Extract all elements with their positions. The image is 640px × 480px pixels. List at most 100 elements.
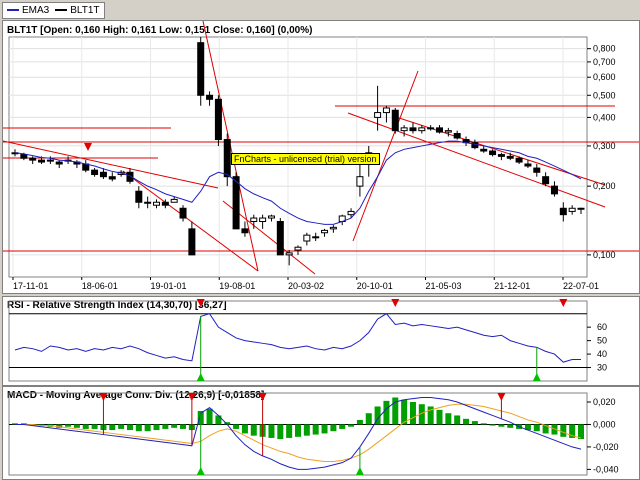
macd-histogram-bar <box>277 424 284 440</box>
macd-histogram-bar <box>295 424 301 437</box>
macd-histogram-bar <box>445 413 452 425</box>
macd-histogram-bar <box>321 424 328 434</box>
macd-histogram-bar <box>348 424 355 427</box>
sell-arrow <box>99 393 108 401</box>
candle-body <box>453 133 461 139</box>
price-ytick-label: 0,400 <box>593 112 616 122</box>
price-xtick-label: 17-11-01 <box>13 281 48 291</box>
sell-arrow <box>258 393 267 401</box>
candle-body <box>480 148 488 152</box>
price-ytick-label: 0,300 <box>593 141 616 151</box>
macd-histogram-bar <box>268 424 275 438</box>
macd-ytick-label: -0,020 <box>593 442 619 452</box>
macd-histogram-bar <box>206 408 213 425</box>
down-arrow-marker <box>84 143 92 151</box>
macd-histogram-bar <box>303 424 310 436</box>
series-legend: EMA3 BLT1T <box>2 2 105 19</box>
macd-chart[interactable]: 0,020 0,000 -0,020 -0,040 <box>3 387 639 479</box>
price-xtick-label: 18-06-01 <box>82 281 118 291</box>
candle-body <box>241 228 249 234</box>
rsi-plot-frame <box>8 300 588 382</box>
candle-body <box>559 207 567 216</box>
macd-histogram-bar <box>286 424 293 438</box>
macd-histogram-bar <box>126 424 133 431</box>
candle-body <box>382 107 390 114</box>
macd-histogram-bar <box>383 400 390 425</box>
legend-item-ema3[interactable]: EMA3 <box>7 5 49 16</box>
macd-histogram-bar <box>365 413 372 425</box>
candle-body <box>312 236 320 239</box>
macd-histogram-bar <box>560 424 567 437</box>
macd-histogram-bar <box>73 424 80 428</box>
macd-histogram-bar <box>180 424 187 429</box>
candle-body <box>497 154 505 157</box>
candle-body <box>188 228 196 256</box>
price-ytick-label: 0,800 <box>593 44 616 54</box>
rsi-line <box>14 313 581 363</box>
candle-body <box>99 171 107 178</box>
candle-body <box>524 163 532 167</box>
candle-body <box>232 176 240 230</box>
rsi-panel[interactable]: RSI - Relative Strength Index (14,30,70)… <box>2 296 640 386</box>
candle-body <box>321 229 329 234</box>
macd-histogram-bar <box>215 415 222 425</box>
candle-body <box>533 167 541 173</box>
macd-histogram-bar <box>498 424 505 427</box>
macd-histogram-bar <box>65 424 72 427</box>
candle-body <box>20 154 28 159</box>
macd-histogram-bar <box>480 423 487 425</box>
candle-body <box>356 176 364 187</box>
candle-body <box>515 157 523 163</box>
sell-arrow <box>497 393 506 401</box>
macd-panel[interactable]: MACD - Moving Average Conv. Div. (12,26,… <box>2 386 640 480</box>
price-xtick-label: 21-12-01 <box>494 281 530 291</box>
macd-histogram-bar <box>241 424 248 434</box>
rsi-ytick-label: 40 <box>597 349 607 359</box>
candle-body <box>46 159 54 162</box>
price-panel[interactable]: BLT1T [Open: 0,160 High: 0,161 Low: 0,15… <box>2 20 640 294</box>
candle-body <box>259 217 267 223</box>
unlicensed-watermark: FnCharts - unlicensed (trial) version <box>231 153 380 165</box>
macd-ytick-label: -0,040 <box>593 464 619 474</box>
rsi-ytick-label: 60 <box>597 322 607 332</box>
candle-body <box>506 155 514 159</box>
candle-body <box>29 157 37 161</box>
candle-body <box>170 198 178 203</box>
buy-arrow <box>355 467 364 475</box>
macd-histogram-bar <box>463 418 470 425</box>
candle-body <box>418 127 426 132</box>
buy-arrow <box>196 467 205 475</box>
price-xtick-label: 21-05-03 <box>426 281 462 291</box>
candle-body <box>55 161 63 165</box>
sell-arrow <box>196 299 205 307</box>
trendline <box>3 140 219 189</box>
candle-body <box>285 252 293 256</box>
candle-body <box>250 217 258 223</box>
macd-histogram-bar <box>436 409 443 425</box>
candle-body <box>303 234 311 242</box>
sell-arrow <box>391 299 400 307</box>
macd-histogram-bar <box>454 415 461 425</box>
candle-body <box>38 159 46 163</box>
price-ytick-label: 0,600 <box>593 72 616 82</box>
macd-histogram-bar <box>250 424 257 436</box>
candle-body <box>542 176 550 185</box>
buy-arrow <box>196 373 205 381</box>
price-ytick-label: 0,100 <box>593 250 616 260</box>
candle-body <box>223 139 231 178</box>
macd-histogram-bar <box>507 424 514 428</box>
macd-histogram-bar <box>118 424 125 429</box>
candle-body <box>197 42 205 96</box>
candle-body <box>214 98 222 141</box>
rsi-chart[interactable]: 60 50 40 30 <box>3 297 639 385</box>
macd-histogram-bar <box>153 424 160 431</box>
candle-body <box>374 112 382 118</box>
candle-body <box>267 215 275 219</box>
macd-histogram-bar <box>533 424 540 432</box>
macd-histogram-bar <box>356 419 363 425</box>
price-xtick-label: 22-07-01 <box>563 281 599 291</box>
sell-arrow <box>559 299 568 307</box>
legend-item-blt1t[interactable]: BLT1T <box>55 5 100 16</box>
candle-body <box>153 201 160 206</box>
price-ytick-label: 0,500 <box>593 90 616 100</box>
